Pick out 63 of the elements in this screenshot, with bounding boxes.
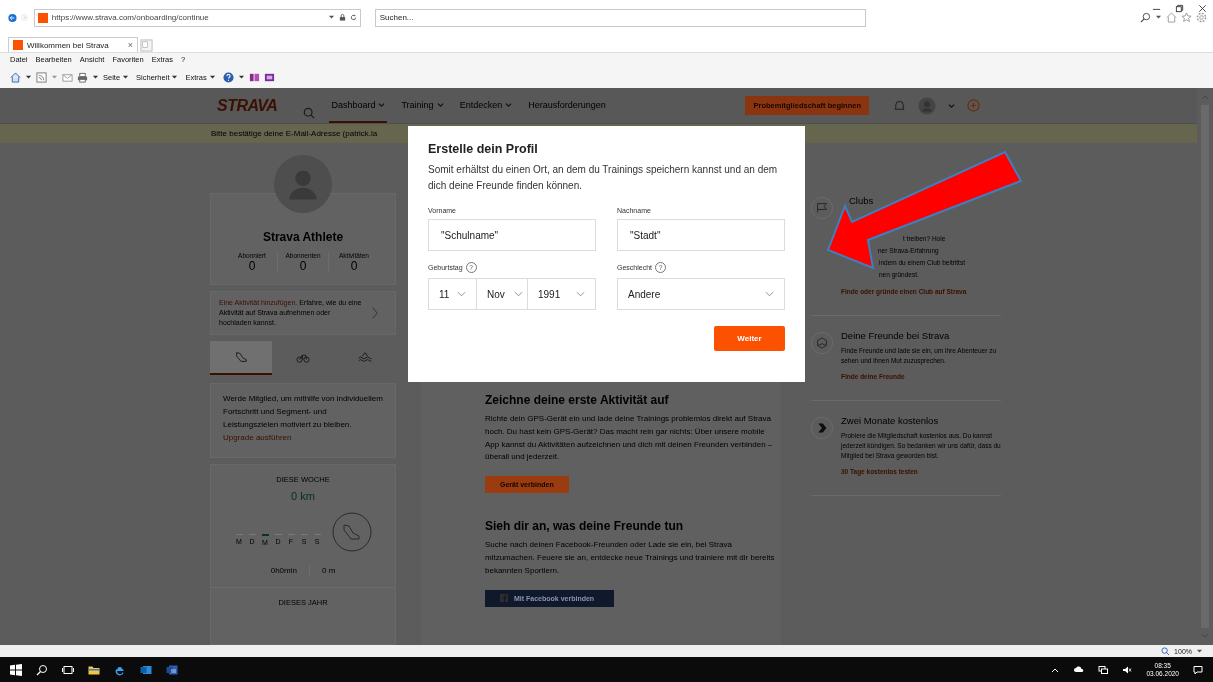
lock-icon: [338, 14, 346, 22]
network-icon[interactable]: [1098, 664, 1109, 675]
section-text: Richte dein GPS-Gerät ein und lade deine Trainings problemlos direkt auf Strava hoch. Du hast kein GPS-Gerät? Das macht rein gar nichts: Über unsere mobile App kannst du Aktivitäten aufzeichnen und dich mit deinen Freunden verbinden – überall und jederzeit.: [485, 413, 774, 464]
waves-icon: [358, 350, 372, 365]
flag-icon: [811, 197, 833, 219]
search-field[interactable]: Suchen...: [374, 8, 866, 27]
dialog-title: Erstelle dein Profil: [428, 142, 539, 156]
search-icon[interactable]: [1140, 12, 1151, 24]
cloud-icon[interactable]: [1074, 664, 1085, 675]
site-favicon: [37, 12, 48, 23]
star-icon[interactable]: [1181, 12, 1192, 24]
item-title: Zwei Monate kostenlos: [841, 415, 940, 427]
address-url: https://www.strava.com/onboarding/continue: [51, 13, 209, 23]
notification-icon[interactable]: [1193, 664, 1203, 675]
chevron-down-icon: [457, 291, 466, 297]
help-icon[interactable]: [222, 71, 234, 83]
refresh-icon[interactable]: [349, 14, 357, 22]
item-title: Deine Freunde bei Strava: [841, 330, 951, 341]
section-title: Sieh dir an, was deine Freunde tun: [485, 519, 685, 534]
caret-icon: [171, 73, 179, 81]
shoe-icon: [234, 350, 248, 365]
speaker-icon[interactable]: [1122, 664, 1133, 675]
close-icon[interactable]: [1198, 4, 1207, 13]
week-distance: 0 km: [291, 489, 315, 502]
gender-select[interactable]: Andere: [617, 278, 785, 310]
banner-text: Bitte bestätige deine E-Mail-Adresse (patrick.la: [211, 129, 378, 138]
addon-icon[interactable]: [248, 71, 260, 83]
task-view-icon[interactable]: [62, 663, 74, 676]
caret-icon[interactable]: [25, 73, 32, 81]
month-select[interactable]: Nov: [477, 278, 528, 310]
shoe-icon: [331, 511, 372, 552]
chevron-down-icon: [576, 291, 585, 297]
caret-icon: [122, 73, 130, 81]
addon-icon[interactable]: [263, 71, 275, 83]
search-icon[interactable]: [36, 663, 48, 676]
chevron-down-icon: [514, 291, 523, 297]
browser-tab[interactable]: Willkommen bei Strava ×: [8, 37, 138, 53]
facebook-icon: [500, 594, 508, 603]
section-title: Zeichne deine erste Aktivität auf: [485, 393, 670, 407]
shoe-tab[interactable]: [210, 341, 272, 376]
week-elevation: 0 m: [308, 565, 348, 575]
caret-icon[interactable]: [1196, 647, 1203, 655]
caret-icon[interactable]: [237, 73, 245, 81]
first-name-field[interactable]: "Schulname": [428, 219, 596, 251]
item-title: Clubs: [848, 195, 875, 206]
windows-start-icon[interactable]: [10, 663, 22, 676]
printer-icon[interactable]: [77, 71, 88, 83]
address-bar[interactable]: https://www.strava.com/onboarding/continue: [33, 8, 361, 27]
week-time: 0h0min: [269, 565, 298, 575]
membership-text: Werde Mitglied, um mithilfe von individuellem Fortschritt und Segment- und Leistungszielen motiviert zu bleiben. Upgrade ausführen: [223, 393, 383, 444]
chevron-icon: [811, 417, 833, 440]
mail-app-icon[interactable]: [140, 663, 152, 676]
document-app-icon[interactable]: [166, 663, 178, 676]
zoom-icon[interactable]: [1161, 646, 1171, 656]
section-text: Suche nach deinen Facebook-Freunden oder Lade sie ein, bei Strava mitzumachen. Feuere sie an, entdecke neue Trainings und trainiere mit dir bereits bekannten Sportlern.: [485, 539, 776, 577]
day-select[interactable]: 11: [428, 278, 477, 310]
caret-icon: [208, 73, 216, 81]
dialog-text: Somit erhältst du einen Ort, an dem du Trainings speichern kannst und an dem dich deine Freunde finden können.: [428, 163, 779, 193]
caret-icon[interactable]: [92, 73, 99, 81]
last-name-field[interactable]: "Stadt": [617, 219, 785, 251]
restore-icon[interactable]: [1175, 4, 1184, 13]
year-select[interactable]: 1991: [528, 278, 596, 310]
chevron-down-icon: [765, 291, 774, 297]
